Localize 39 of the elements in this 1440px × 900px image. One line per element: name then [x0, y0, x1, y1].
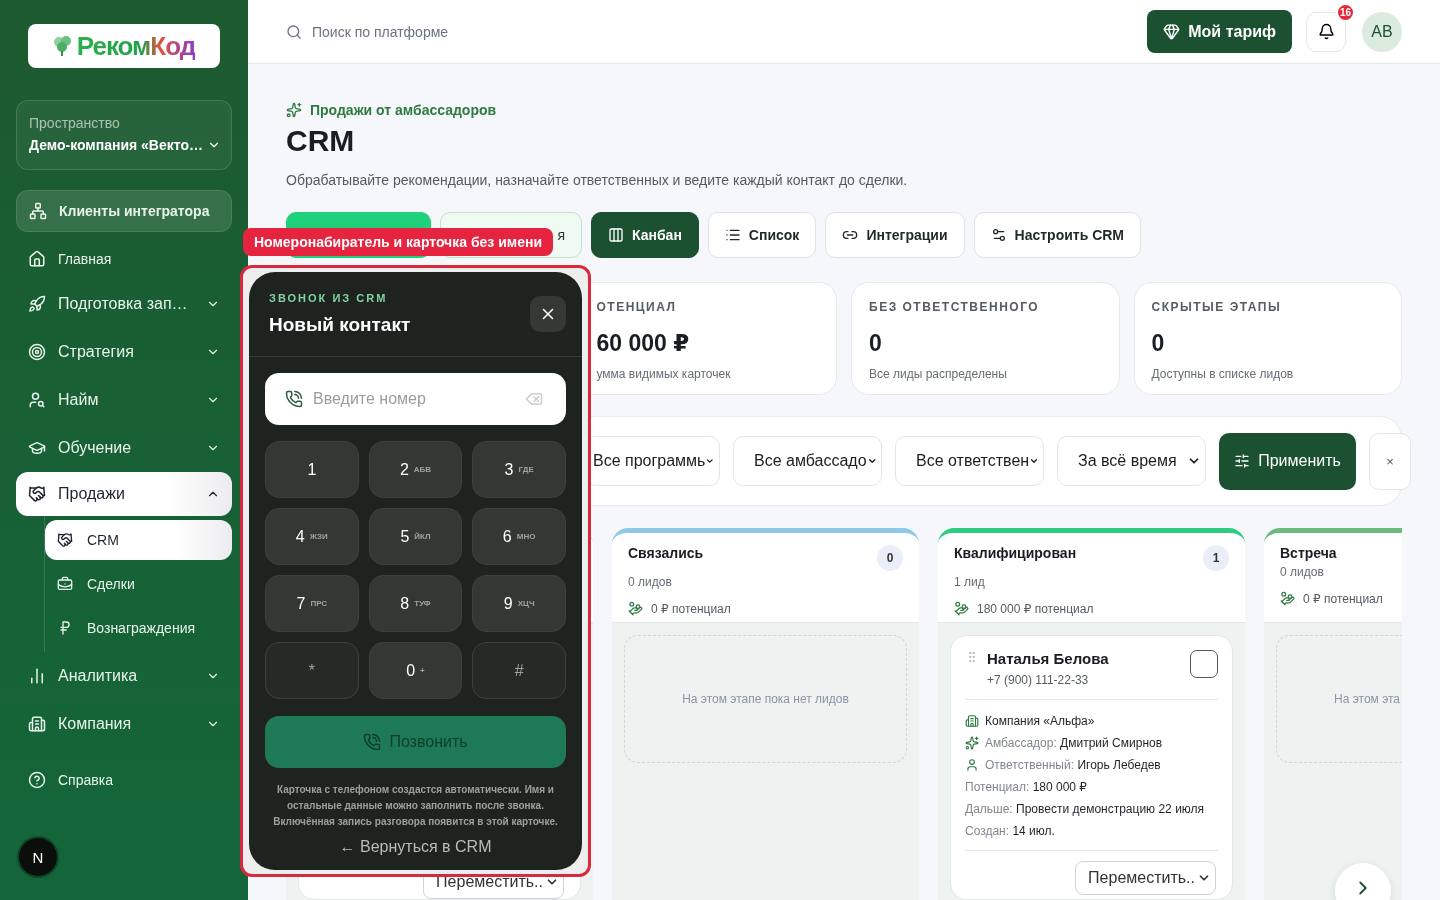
- stat-hint: Доступны в списке лидов: [1151, 367, 1295, 381]
- stat-value: 0: [869, 330, 883, 357]
- stat-hint: умма видимых карточек: [596, 367, 732, 381]
- column-count: 1: [1203, 545, 1229, 571]
- stat-label: ОТЕНЦИАЛ: [596, 300, 678, 314]
- column-potential: 180 000 ₽ потенциал: [977, 601, 1094, 616]
- column-title: Связались: [628, 545, 704, 561]
- column-subtitle: 0 лидов: [628, 575, 673, 589]
- lead-detail: Потенциал: 180 000 ₽: [965, 780, 1087, 794]
- stat-value: 0: [1151, 330, 1166, 357]
- lead-detail: Дальше: Провести демонстрацию 22 июля: [965, 802, 1205, 816]
- column-subtitle: 1 лид: [954, 575, 986, 589]
- lead-phone: +7 (900) 111-22-33: [987, 673, 1090, 687]
- lead-detail: Амбассадор: Дмитрий Смирнов: [985, 736, 1163, 750]
- column-subtitle: 0 лидов: [1280, 565, 1325, 579]
- empty-text: На этом этапе пока нет лидов: [682, 692, 849, 706]
- page-eyebrow: Продажи от амбассадоров: [310, 102, 497, 118]
- lead-company: Компания «Альфа»: [985, 714, 1095, 728]
- column-potential: 0 ₽ потенциал: [1303, 591, 1383, 606]
- column-potential: 0 ₽ потенциал: [651, 601, 731, 616]
- workspace-label: Пространство: [29, 115, 121, 131]
- dialer-title: Новый контакт: [269, 314, 411, 336]
- page-description: Обрабатывайте рекомендации, назначайте ответственных и ведите каждый контакт до сделки.: [286, 172, 909, 188]
- lead-detail: Ответственный: Игорь Лебедев: [985, 758, 1161, 772]
- column-title: Встреча: [1280, 545, 1337, 561]
- dialer-note: Карточка с телефоном создастся автоматически. Имя и остальные данные можно заполнить после звонка. Включённая запись разговора появится в этой карточке.: [272, 783, 559, 829]
- empty-text: На этом эта: [1334, 692, 1401, 706]
- dialer-eyebrow: ЗВОНОК ИЗ CRM: [269, 292, 389, 304]
- stat-value: 60 000 ₽: [596, 330, 691, 357]
- stat-hint: Все лиды распределены: [869, 367, 1008, 381]
- notification-count: 16: [1336, 2, 1355, 22]
- stat-label: СКРЫТЫЕ ЭТАПЫ: [1151, 300, 1283, 314]
- lead-detail: Создан: 14 июл.: [965, 824, 1055, 838]
- lead-name: Наталья Белова: [987, 650, 1109, 667]
- annotation-tooltip: Номеронабиратель и карточка без имени: [243, 228, 554, 256]
- stat-label: БЕЗ ОТВЕТСТВЕННОГО: [869, 300, 1041, 314]
- column-count: 0: [877, 545, 903, 571]
- column-title: Квалифицирован: [954, 545, 1077, 561]
- page-title: CRM: [286, 124, 356, 158]
